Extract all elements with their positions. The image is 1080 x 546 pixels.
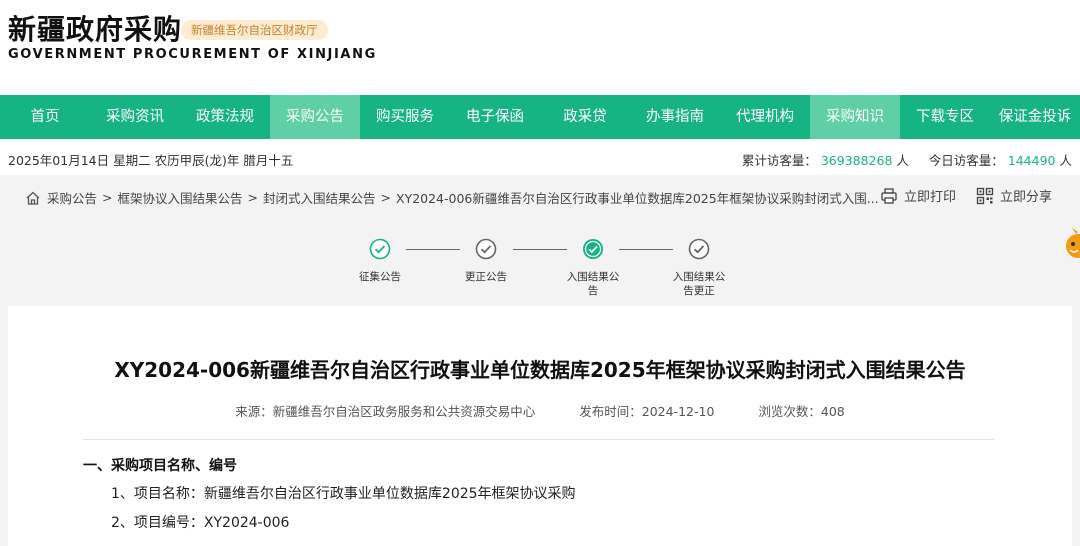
step-result-correction[interactable]: 入围结果公 告更正 <box>659 238 739 298</box>
step-correction[interactable]: 更正公告 <box>446 238 526 284</box>
nav-item-agencies[interactable]: 代理机构 <box>720 95 810 139</box>
today-visitors-label: 今日访客量： <box>928 153 1004 168</box>
breadcrumb-separator: > <box>380 190 391 205</box>
nav-item-knowledge[interactable]: 采购知识 <box>810 95 900 139</box>
article-source: 来源：新疆维吾尔自治区政务服务和公共资源交易中心 <box>235 404 536 419</box>
info-bar: 2025年01月14日 星期二 农历甲辰(龙)年 腊月十五 累计访客量： 369… <box>0 139 1080 175</box>
breadcrumb-item-closed[interactable]: 封闭式入围结果公告 <box>263 188 376 207</box>
nav-item-news[interactable]: 采购资讯 <box>90 95 180 139</box>
nav-item-home[interactable]: 首页 <box>0 95 90 139</box>
step-label: 告更正 <box>683 285 715 297</box>
check-circle-icon <box>475 238 497 260</box>
project-number: 2、项目编号：XY2024-006 <box>111 515 290 531</box>
breadcrumb: 采购公告 > 框架协议入围结果公告 > 封闭式入围结果公告 > XY2024-0… <box>25 188 879 207</box>
share-button[interactable]: 立即分享 <box>976 186 1052 205</box>
article-title: XY2024-006新疆维吾尔自治区行政事业单位数据库2025年框架协议采购封闭… <box>114 358 966 382</box>
check-circle-icon <box>583 239 603 259</box>
visitor-stats: 累计访客量： 369388268 人 今日访客量： 144490 人 <box>742 150 1072 169</box>
nav-item-downloads[interactable]: 下载专区 <box>900 95 990 139</box>
step-solicitation[interactable]: 征集公告 <box>340 238 420 284</box>
article-publish-date: 发布时间：2024-12-10 <box>579 404 715 419</box>
today-visitors-value: 144490 <box>1007 153 1056 168</box>
site-header: 新疆政府采购 新疆维吾尔自治区财政厅 GOVERNMENT PROCUREMEN… <box>0 0 1080 95</box>
check-circle-icon <box>369 238 391 260</box>
page-actions: 立即打印 立即分享 <box>860 186 1052 205</box>
department-badge: 新疆维吾尔自治区财政厅 <box>181 20 328 40</box>
article-meta: 来源：新疆维吾尔自治区政务服务和公共资源交易中心 发布时间：2024-12-10… <box>8 401 1072 420</box>
current-date: 2025年01月14日 星期二 农历甲辰(龙)年 腊月十五 <box>8 153 294 168</box>
nav-item-loan[interactable]: 政采贷 <box>540 95 630 139</box>
total-visitors-unit: 人 <box>896 153 909 168</box>
print-label: 立即打印 <box>903 190 956 205</box>
share-label: 立即分享 <box>999 190 1052 205</box>
project-name: 1、项目名称：新疆维吾尔自治区行政事业单位数据库2025年框架协议采购 <box>111 486 576 502</box>
step-result[interactable]: 入围结果公 告 <box>553 238 633 298</box>
breadcrumb-item-announcements[interactable]: 采购公告 <box>47 188 97 207</box>
nav-item-announcements[interactable]: 采购公告 <box>270 95 360 139</box>
article-view-count: 浏览次数：408 <box>758 404 845 419</box>
total-visitors-value: 369388268 <box>820 153 893 168</box>
printer-icon <box>881 187 897 204</box>
mascot-float-icon[interactable] <box>1062 228 1080 264</box>
divider <box>83 439 995 440</box>
home-icon[interactable] <box>25 190 41 206</box>
step-label: 更正公告 <box>465 271 507 283</box>
breadcrumb-item-framework[interactable]: 框架协议入围结果公告 <box>118 188 243 207</box>
check-circle-icon <box>688 238 710 260</box>
step-label: 征集公告 <box>359 271 401 283</box>
qrcode-icon <box>976 187 994 204</box>
article-card: XY2024-006新疆维吾尔自治区行政事业单位数据库2025年框架协议采购封闭… <box>8 306 1072 546</box>
site-logo-subtitle: GOVERNMENT PROCUREMENT OF XINJIANG <box>8 47 377 62</box>
main-nav: 首页 采购资讯 政策法规 采购公告 购买服务 电子保函 政采贷 办事指南 代理机… <box>0 95 1080 139</box>
print-button[interactable]: 立即打印 <box>880 186 956 205</box>
step-label: 告 <box>587 285 599 297</box>
nav-item-e-guarantee[interactable]: 电子保函 <box>450 95 540 139</box>
breadcrumb-separator: > <box>102 190 113 205</box>
step-label: 入围结果公 <box>672 271 726 283</box>
nav-item-purchase-service[interactable]: 购买服务 <box>360 95 450 139</box>
today-visitors-unit: 人 <box>1059 153 1072 168</box>
step-label: 入围结果公 <box>566 271 620 283</box>
nav-item-policy[interactable]: 政策法规 <box>180 95 270 139</box>
nav-item-guide[interactable]: 办事指南 <box>630 95 720 139</box>
breadcrumb-item-current: XY2024-006新疆维吾尔自治区行政事业单位数据库2025年框架协议采购封闭… <box>396 191 879 206</box>
site-logo-title[interactable]: 新疆政府采购 <box>8 8 182 48</box>
total-visitors-label: 累计访客量： <box>741 153 817 168</box>
section-heading: 一、采购项目名称、编号 <box>83 458 237 474</box>
nav-item-deposit-complaint[interactable]: 保证金投诉 <box>990 95 1080 139</box>
breadcrumb-separator: > <box>247 190 258 205</box>
